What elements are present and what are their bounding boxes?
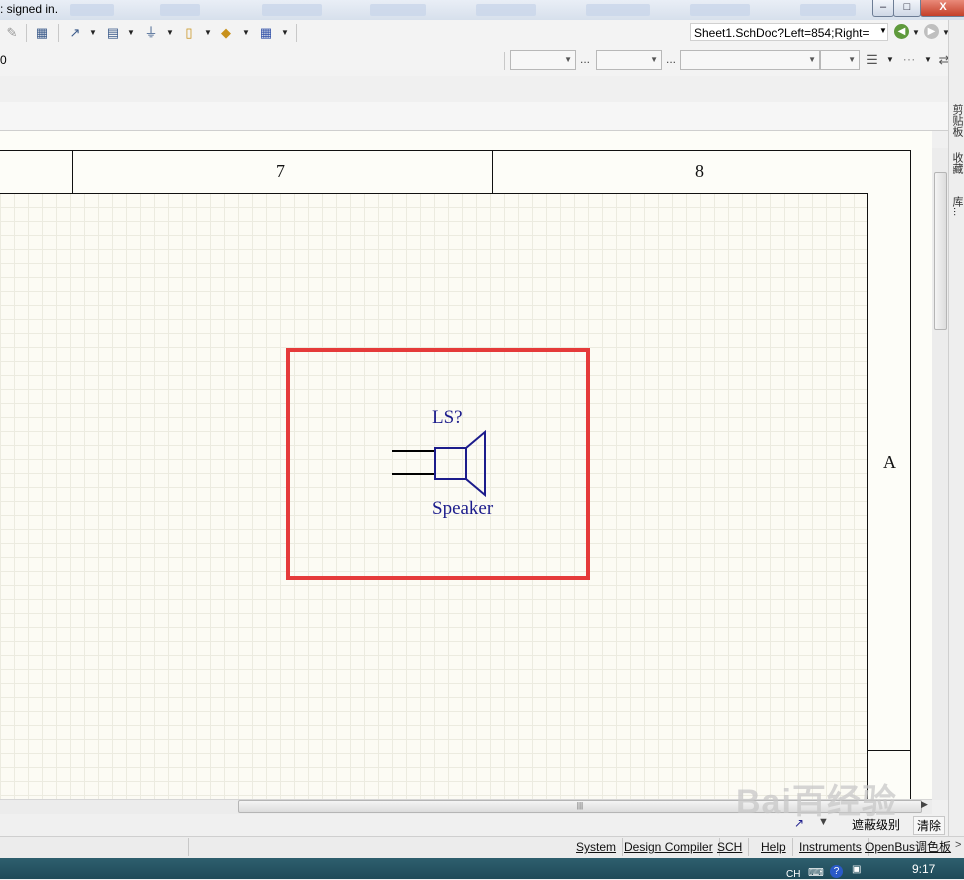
zone-label-7: 7 [276,161,285,181]
sheet-border-top [0,150,911,151]
background-tab[interactable] [800,4,856,16]
status-instruments-button[interactable]: Instruments [793,838,869,856]
component-tool-icon[interactable]: ▯ [180,23,198,43]
minimize-button[interactable]: – [872,0,894,17]
scroll-right-icon[interactable]: ▶ [921,799,928,810]
background-tab[interactable] [370,4,426,16]
line-style-icon[interactable]: ☰ [864,50,880,70]
chevron-down-icon[interactable]: ▼ [281,23,289,43]
chevron-down-icon: ▼ [808,55,816,64]
toolbar-separator [296,24,297,42]
component-designator[interactable]: LS? [432,407,463,429]
back-icon[interactable]: ◀ [894,24,909,39]
document-tab-strip [0,102,948,131]
speaker-symbol[interactable] [390,428,490,500]
style-combo[interactable]: ▼ [680,50,820,70]
chevron-down-icon: ▼ [650,55,658,64]
document-path-field[interactable]: Sheet1.SchDoc?Left=854;Right= [690,23,888,41]
forward-icon[interactable]: ▶ [924,24,939,39]
signed-in-status: : signed in. [0,2,59,16]
chevron-down-icon[interactable]: ▼ [127,23,135,43]
width-combo[interactable]: ▼ [820,50,860,70]
sheet-border-inner-right [867,193,868,800]
zone-label-8: 8 [695,161,704,181]
background-tab[interactable] [586,4,650,16]
sheet-border-inner-top [0,193,868,194]
taskbar-clock: 9:17 [912,862,936,876]
panel-tab-favorites[interactable]: 收藏 [950,152,963,174]
tray-icon[interactable]: ▣ [852,864,861,875]
language-indicator[interactable]: CH [786,869,800,880]
dash-style-icon[interactable]: ⋯ [900,50,918,70]
speaker-cone [465,429,486,498]
background-tab[interactable] [70,4,114,16]
size-combo[interactable]: ▼ [596,50,662,70]
speaker-body [434,447,467,480]
inspect-icon[interactable]: ▦ [32,23,52,43]
grid-icon[interactable]: ▦ [256,23,276,43]
panel-tab-libraries[interactable]: 库... [950,196,963,216]
background-tab[interactable] [160,4,200,16]
zone-divider [72,150,73,193]
chevron-down-icon[interactable]: ▼ [924,50,932,70]
vertical-scroll-thumb[interactable] [934,172,947,330]
chevron-down-icon[interactable]: ▼ [204,23,212,43]
chart-tool-icon[interactable]: ↗ [64,23,86,43]
background-tab[interactable] [690,4,750,16]
panel-tab-clipboard[interactable]: 剪贴板 [950,104,963,137]
background-tab[interactable] [476,4,536,16]
toolbar-separator [504,52,505,70]
toolbar-separator [26,24,27,42]
font-combo[interactable]: ▼ [510,50,576,70]
maximize-button[interactable]: □ [893,0,921,17]
zone-divider [492,150,493,193]
toolbar-separator [58,24,59,42]
chevron-right-icon[interactable]: > [955,839,961,851]
clear-button[interactable]: 清除 [913,816,946,835]
status-system-button[interactable]: System [570,838,624,856]
panel-strip [0,76,948,103]
chevron-down-icon[interactable]: ▼ [886,50,894,70]
chevron-down-icon[interactable]: ▼ [879,26,887,35]
status-separator [188,838,189,856]
ground-power-icon[interactable]: ⏚ [140,23,162,43]
ellipsis-button[interactable]: ... [580,52,590,66]
chevron-down-icon[interactable]: ▼ [912,23,920,43]
close-button[interactable]: X [920,0,964,17]
chevron-down-icon: ▼ [848,55,856,64]
chevron-down-icon: ▼ [564,55,572,64]
right-panel-rail [948,20,964,860]
pencil-icon[interactable]: ✎ [4,23,20,43]
help-icon[interactable]: ? [830,865,843,878]
status-openbus-button[interactable]: OpenBus调色板 [859,838,957,856]
status-help-button[interactable]: Help [755,838,793,856]
chevron-down-icon[interactable]: ▼ [89,23,97,43]
status-sch-button[interactable]: SCH [711,838,750,856]
watermark-logo: Bai百经验 [736,783,897,821]
zone-divider [867,750,911,751]
zone-label-a: A [883,452,896,472]
left-value-text: 0 [0,53,7,67]
status-design-compiler-button[interactable]: Design Compiler [618,838,720,856]
ellipsis-button[interactable]: ... [666,52,676,66]
keyboard-icon[interactable]: ⌨ [808,866,824,879]
sheet-border-right [910,150,911,800]
chevron-down-icon[interactable]: ▼ [242,23,250,43]
component-comment[interactable]: Speaker [432,498,493,520]
align-tool-icon[interactable]: ▤ [102,23,124,43]
port-tool-icon[interactable]: ◆ [216,23,236,43]
chevron-down-icon[interactable]: ▼ [166,23,174,43]
background-tab[interactable] [262,4,322,16]
